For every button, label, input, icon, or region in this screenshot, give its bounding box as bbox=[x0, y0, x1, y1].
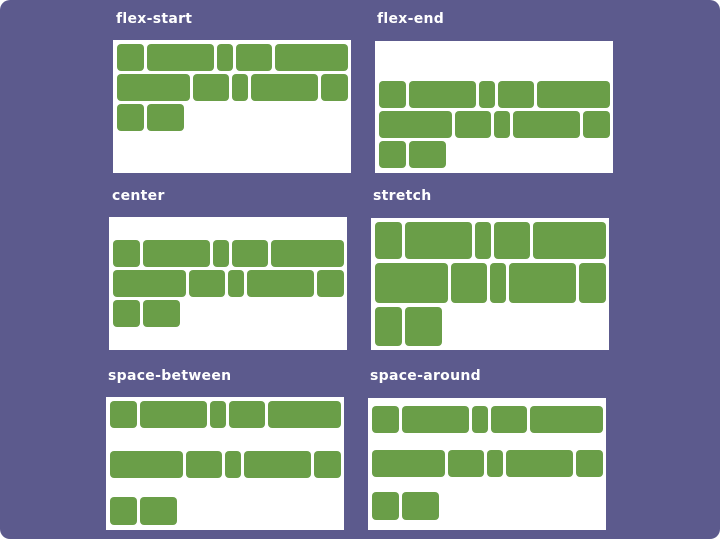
flex-item-7 bbox=[189, 270, 225, 297]
flex-item-1 bbox=[110, 401, 137, 428]
flex-item-3 bbox=[475, 222, 491, 259]
flex-item-2 bbox=[409, 81, 476, 108]
flex-item-5 bbox=[271, 240, 344, 267]
flex-item-12 bbox=[140, 497, 177, 525]
flex-item-1 bbox=[117, 44, 144, 71]
flex-item-9 bbox=[247, 270, 314, 297]
flex-item-1 bbox=[375, 222, 402, 259]
flex-item-4 bbox=[232, 240, 268, 267]
container-center bbox=[109, 217, 347, 350]
flex-item-6 bbox=[113, 270, 186, 297]
panel-title-center: center bbox=[112, 188, 165, 204]
flex-item-9 bbox=[251, 74, 318, 101]
flex-item-3 bbox=[479, 81, 495, 108]
flex-item-1 bbox=[113, 240, 140, 267]
container-space-around bbox=[368, 398, 606, 530]
flex-item-9 bbox=[244, 451, 311, 478]
flex-item-11 bbox=[372, 492, 399, 520]
flex-item-5 bbox=[537, 81, 610, 108]
flex-item-10 bbox=[314, 451, 341, 478]
flex-item-2 bbox=[143, 240, 210, 267]
flex-item-3 bbox=[217, 44, 233, 71]
panel-title-stretch: stretch bbox=[373, 188, 432, 204]
flex-item-11 bbox=[379, 141, 406, 168]
flex-item-7 bbox=[448, 450, 484, 477]
panel-title-flex-end: flex-end bbox=[377, 11, 445, 27]
flex-item-4 bbox=[491, 406, 527, 433]
panel-title-space-around: space-around bbox=[370, 368, 481, 384]
flex-item-8 bbox=[494, 111, 510, 138]
flex-item-7 bbox=[193, 74, 229, 101]
flex-item-6 bbox=[110, 451, 183, 478]
flex-item-8 bbox=[487, 450, 503, 477]
flex-item-3 bbox=[210, 401, 226, 428]
flex-item-9 bbox=[509, 263, 576, 303]
flex-item-1 bbox=[372, 406, 399, 433]
flex-item-11 bbox=[110, 497, 137, 525]
flex-item-8 bbox=[225, 451, 241, 478]
flex-item-3 bbox=[472, 406, 488, 433]
flex-item-7 bbox=[186, 451, 222, 478]
flex-item-12 bbox=[143, 300, 180, 327]
flex-item-12 bbox=[147, 104, 184, 131]
flex-item-2 bbox=[402, 406, 469, 433]
flex-item-9 bbox=[506, 450, 573, 477]
flex-item-12 bbox=[405, 307, 442, 346]
flex-item-12 bbox=[409, 141, 446, 168]
flex-item-6 bbox=[117, 74, 190, 101]
flex-item-4 bbox=[229, 401, 265, 428]
flex-item-11 bbox=[375, 307, 402, 346]
flex-item-8 bbox=[490, 263, 506, 303]
flex-item-5 bbox=[268, 401, 341, 428]
panel-title-space-between: space-between bbox=[108, 368, 232, 384]
flex-item-2 bbox=[140, 401, 207, 428]
flex-item-10 bbox=[317, 270, 344, 297]
flex-item-10 bbox=[576, 450, 603, 477]
flex-item-8 bbox=[232, 74, 248, 101]
flex-item-5 bbox=[530, 406, 603, 433]
flex-item-4 bbox=[498, 81, 534, 108]
flex-item-5 bbox=[275, 44, 348, 71]
flex-item-7 bbox=[455, 111, 491, 138]
flex-item-9 bbox=[513, 111, 580, 138]
flex-item-10 bbox=[583, 111, 610, 138]
flex-item-11 bbox=[117, 104, 144, 131]
panel-title-flex-start: flex-start bbox=[116, 11, 193, 27]
flex-item-10 bbox=[321, 74, 348, 101]
flex-item-2 bbox=[405, 222, 472, 259]
flex-item-11 bbox=[113, 300, 140, 327]
flex-item-2 bbox=[147, 44, 214, 71]
flex-item-8 bbox=[228, 270, 244, 297]
diagram-frame: flex-start flex-end center stretch space… bbox=[0, 0, 720, 539]
flex-item-6 bbox=[375, 263, 448, 303]
container-flex-start bbox=[113, 40, 351, 173]
container-flex-end bbox=[375, 41, 613, 173]
flex-item-4 bbox=[494, 222, 530, 259]
flex-item-6 bbox=[372, 450, 445, 477]
flex-item-4 bbox=[236, 44, 272, 71]
flex-item-5 bbox=[533, 222, 606, 259]
flex-item-7 bbox=[451, 263, 487, 303]
flex-item-1 bbox=[379, 81, 406, 108]
flex-item-12 bbox=[402, 492, 439, 520]
flex-item-10 bbox=[579, 263, 606, 303]
flex-item-3 bbox=[213, 240, 229, 267]
container-stretch bbox=[371, 218, 609, 350]
flex-item-6 bbox=[379, 111, 452, 138]
container-space-between bbox=[106, 397, 344, 530]
